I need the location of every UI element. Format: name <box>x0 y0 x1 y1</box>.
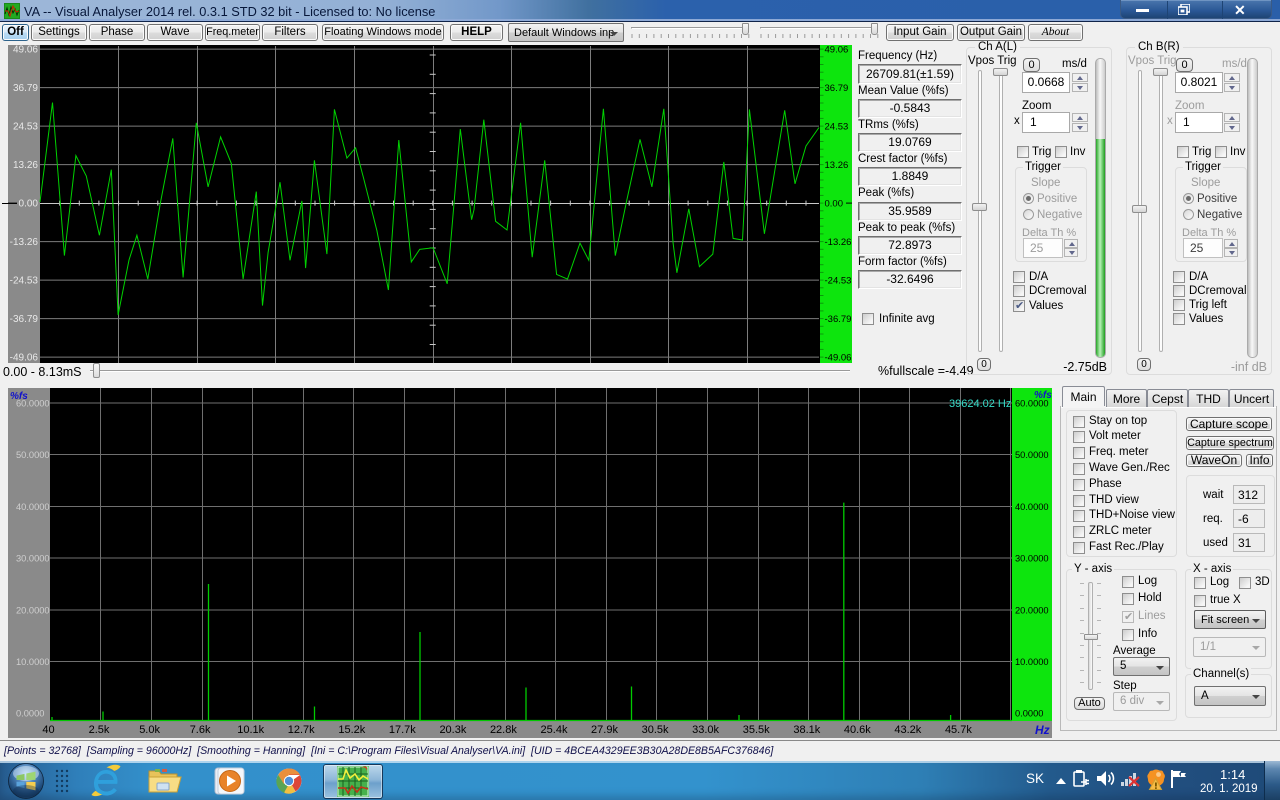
svg-text:-13.26: -13.26 <box>10 237 39 248</box>
svg-text:%fs: %fs <box>10 391 28 402</box>
svg-text:22.8k: 22.8k <box>490 724 517 736</box>
svg-text:38.1k: 38.1k <box>793 724 820 736</box>
svg-text:2.5k: 2.5k <box>89 724 110 736</box>
svg-text:10.0000: 10.0000 <box>1015 657 1049 667</box>
svg-text:24.53: 24.53 <box>825 122 849 133</box>
svg-text:35.5k: 35.5k <box>743 724 770 736</box>
svg-text:12.7k: 12.7k <box>288 724 315 736</box>
svg-text:20.0000: 20.0000 <box>1015 605 1049 615</box>
svg-text:43.2k: 43.2k <box>894 724 921 736</box>
svg-text:49.06: 49.06 <box>825 45 849 56</box>
svg-text:7.6k: 7.6k <box>190 724 211 736</box>
svg-text:17.7k: 17.7k <box>389 724 416 736</box>
svg-text:36.79: 36.79 <box>13 83 38 94</box>
svg-text:15.2k: 15.2k <box>338 724 365 736</box>
svg-text:13.26: 13.26 <box>825 160 849 171</box>
svg-text:40.6k: 40.6k <box>844 724 871 736</box>
svg-text:40.0000: 40.0000 <box>16 502 50 512</box>
svg-text:-36.79: -36.79 <box>10 314 39 325</box>
svg-text:10.1k: 10.1k <box>237 724 264 736</box>
svg-text:25.4k: 25.4k <box>541 724 568 736</box>
svg-text:0.00: 0.00 <box>825 199 844 210</box>
svg-text:20.3k: 20.3k <box>439 724 466 736</box>
svg-text:24.53: 24.53 <box>13 122 38 133</box>
svg-text:0.0000: 0.0000 <box>16 709 44 719</box>
svg-text:33.0k: 33.0k <box>692 724 719 736</box>
svg-text:-13.26: -13.26 <box>825 237 852 248</box>
svg-text:5.0k: 5.0k <box>139 724 160 736</box>
svg-text:%fs: %fs <box>1034 390 1052 401</box>
svg-text:-49.06: -49.06 <box>10 353 39 363</box>
svg-text:0.00: 0.00 <box>19 199 39 210</box>
svg-text:-24.53: -24.53 <box>10 276 39 287</box>
svg-text:13.26: 13.26 <box>13 160 38 171</box>
svg-text:50.0000: 50.0000 <box>16 450 50 460</box>
svg-text:20.0000: 20.0000 <box>16 605 50 615</box>
svg-text:Hz: Hz <box>1035 723 1050 737</box>
svg-text:36.79: 36.79 <box>825 83 849 94</box>
svg-text:40.0000: 40.0000 <box>1015 502 1049 512</box>
svg-text:27.9k: 27.9k <box>591 724 618 736</box>
svg-text:50.0000: 50.0000 <box>1015 450 1049 460</box>
svg-text:45.7k: 45.7k <box>945 724 972 736</box>
svg-text:30.5k: 30.5k <box>642 724 669 736</box>
svg-text:-24.53: -24.53 <box>825 276 852 287</box>
svg-text:40: 40 <box>42 724 54 736</box>
svg-text:0.0000: 0.0000 <box>1015 709 1043 719</box>
svg-text:-49.06: -49.06 <box>825 353 852 363</box>
svg-text:10.0000: 10.0000 <box>16 657 50 667</box>
svg-text:30.0000: 30.0000 <box>16 554 50 564</box>
svg-text:30.0000: 30.0000 <box>1015 554 1049 564</box>
svg-text:-36.79: -36.79 <box>825 314 852 325</box>
svg-text:39624.02 Hz: 39624.02 Hz <box>949 398 1011 410</box>
svg-text:49.06: 49.06 <box>13 45 38 56</box>
